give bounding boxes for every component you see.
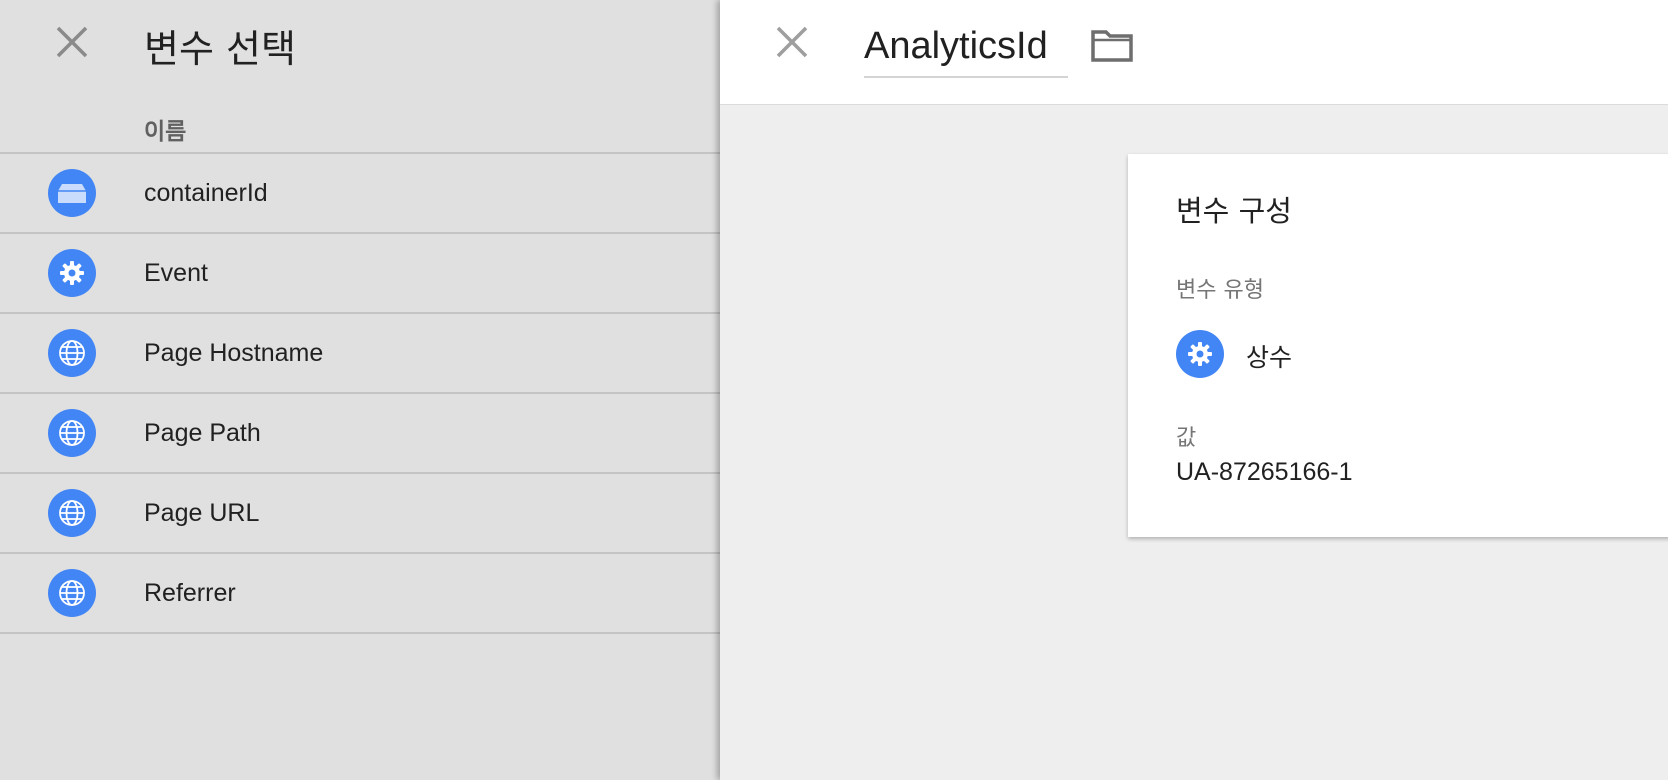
globe-icon: [48, 329, 96, 377]
variable-value: UA-87265166-1: [1176, 458, 1353, 486]
variable-row-event[interactable]: Event: [0, 234, 720, 314]
variable-label: Event: [144, 259, 208, 287]
gear-icon: [1176, 330, 1224, 378]
folder-icon[interactable]: [1090, 26, 1134, 64]
editor-header: [720, 0, 1668, 105]
card-title: 변수 구성: [1176, 194, 1292, 228]
globe-icon: [48, 409, 96, 457]
close-icon[interactable]: [772, 22, 812, 62]
variable-row-containerid[interactable]: containerId: [0, 154, 720, 234]
variable-editor-panel: 변수 구성 변수 유형 상수 값 UA-87265166-1: [720, 0, 1668, 780]
variable-type-label: 변수 유형: [1176, 278, 1264, 303]
container-icon: [48, 169, 96, 217]
gear-icon: [48, 249, 96, 297]
variable-label: Page Hostname: [144, 339, 324, 367]
variable-configuration-card[interactable]: 변수 구성 변수 유형 상수 값 UA-87265166-1: [1128, 154, 1668, 537]
variable-label: Referrer: [144, 579, 236, 607]
globe-icon: [48, 489, 96, 537]
variable-name-field: [864, 18, 1068, 78]
variable-row-referrer[interactable]: Referrer: [0, 554, 720, 634]
variable-label: Page Path: [144, 419, 261, 447]
variable-type-value: 상수: [1246, 343, 1293, 372]
variable-row-page-hostname[interactable]: Page Hostname: [0, 314, 720, 394]
variable-row-page-url[interactable]: Page URL: [0, 474, 720, 554]
variable-label: Page URL: [144, 499, 260, 527]
app-root: 변수 선택 이름 containerId Event Page Hostname…: [0, 0, 1668, 780]
variable-list: containerId Event Page Hostname Page Pat…: [0, 152, 720, 634]
variable-label: containerId: [144, 179, 268, 207]
name-column-header: 이름: [144, 119, 187, 145]
value-label: 값: [1176, 426, 1197, 451]
variable-name-input[interactable]: [864, 18, 1068, 74]
globe-icon: [48, 569, 96, 617]
panel-title: 변수 선택: [144, 27, 296, 71]
variable-picker-panel: 변수 선택 이름 containerId Event Page Hostname…: [0, 0, 720, 780]
variable-row-page-path[interactable]: Page Path: [0, 394, 720, 474]
close-icon[interactable]: [52, 22, 92, 62]
